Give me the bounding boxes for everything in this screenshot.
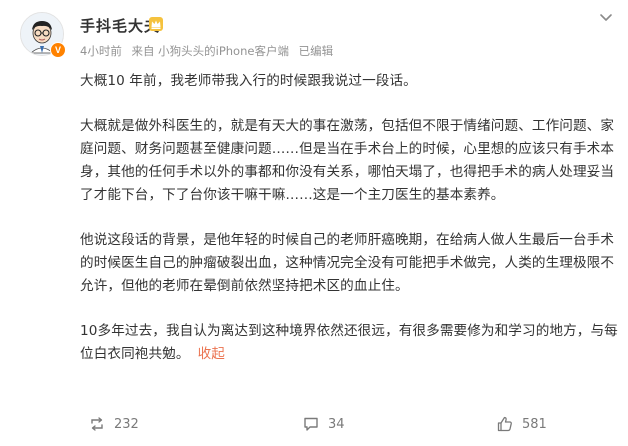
post-content: 大概10 年前，我老师带我入行的时候跟我说过一段话。 大概就是做外科医生的，就是…: [80, 70, 620, 388]
post-meta: 4小时前 来自 小狗头头的iPhone客户端 已编辑: [80, 43, 339, 59]
paragraph-4-text: 10多年过去，我自认为离达到这种境界依然还很远，有很多需要修为和学习的地方，与每…: [80, 323, 618, 362]
repost-button[interactable]: 232: [88, 413, 139, 435]
repost-icon: [91, 417, 103, 431]
comment-button[interactable]: 34: [302, 413, 345, 435]
verified-badge: V: [50, 42, 66, 58]
repost-count: 232: [114, 416, 139, 432]
crown-badge-icon[interactable]: [148, 16, 164, 32]
post-time[interactable]: 4小时前: [80, 44, 122, 58]
comment-icon: [304, 417, 318, 431]
like-icon: [497, 416, 512, 432]
paragraph-1: 大概10 年前，我老师带我入行的时候跟我说过一段话。: [80, 73, 417, 89]
comment-count: 34: [328, 416, 345, 432]
paragraph-4: 10多年过去，我自认为离达到这种境界依然还很远，有很多需要修为和学习的地方，与每…: [80, 320, 620, 366]
like-count: 581: [522, 416, 547, 432]
edited-label[interactable]: 已编辑: [299, 44, 334, 58]
weibo-post-card: V 手抖毛大夫 4小时前 来自 小狗头头的iPhone客户端 已编辑 大概10 …: [0, 0, 628, 446]
like-button[interactable]: 581: [496, 413, 547, 435]
paragraph-2: 大概就是做外科医生的，就是有天大的事在激荡，包括但不限于情绪问题、工作问题、家庭…: [80, 118, 615, 203]
post-source: 来自 小狗头头的iPhone客户端: [131, 44, 289, 58]
chevron-down-icon[interactable]: [596, 10, 616, 26]
collapse-link[interactable]: 收起: [198, 346, 225, 362]
paragraph-3: 他说这段话的背景，是他年轻的时候自己的老师肝癌晚期，在给病人做人生最后一台手术的…: [80, 232, 615, 294]
action-bar: 232 34 581: [0, 409, 628, 439]
